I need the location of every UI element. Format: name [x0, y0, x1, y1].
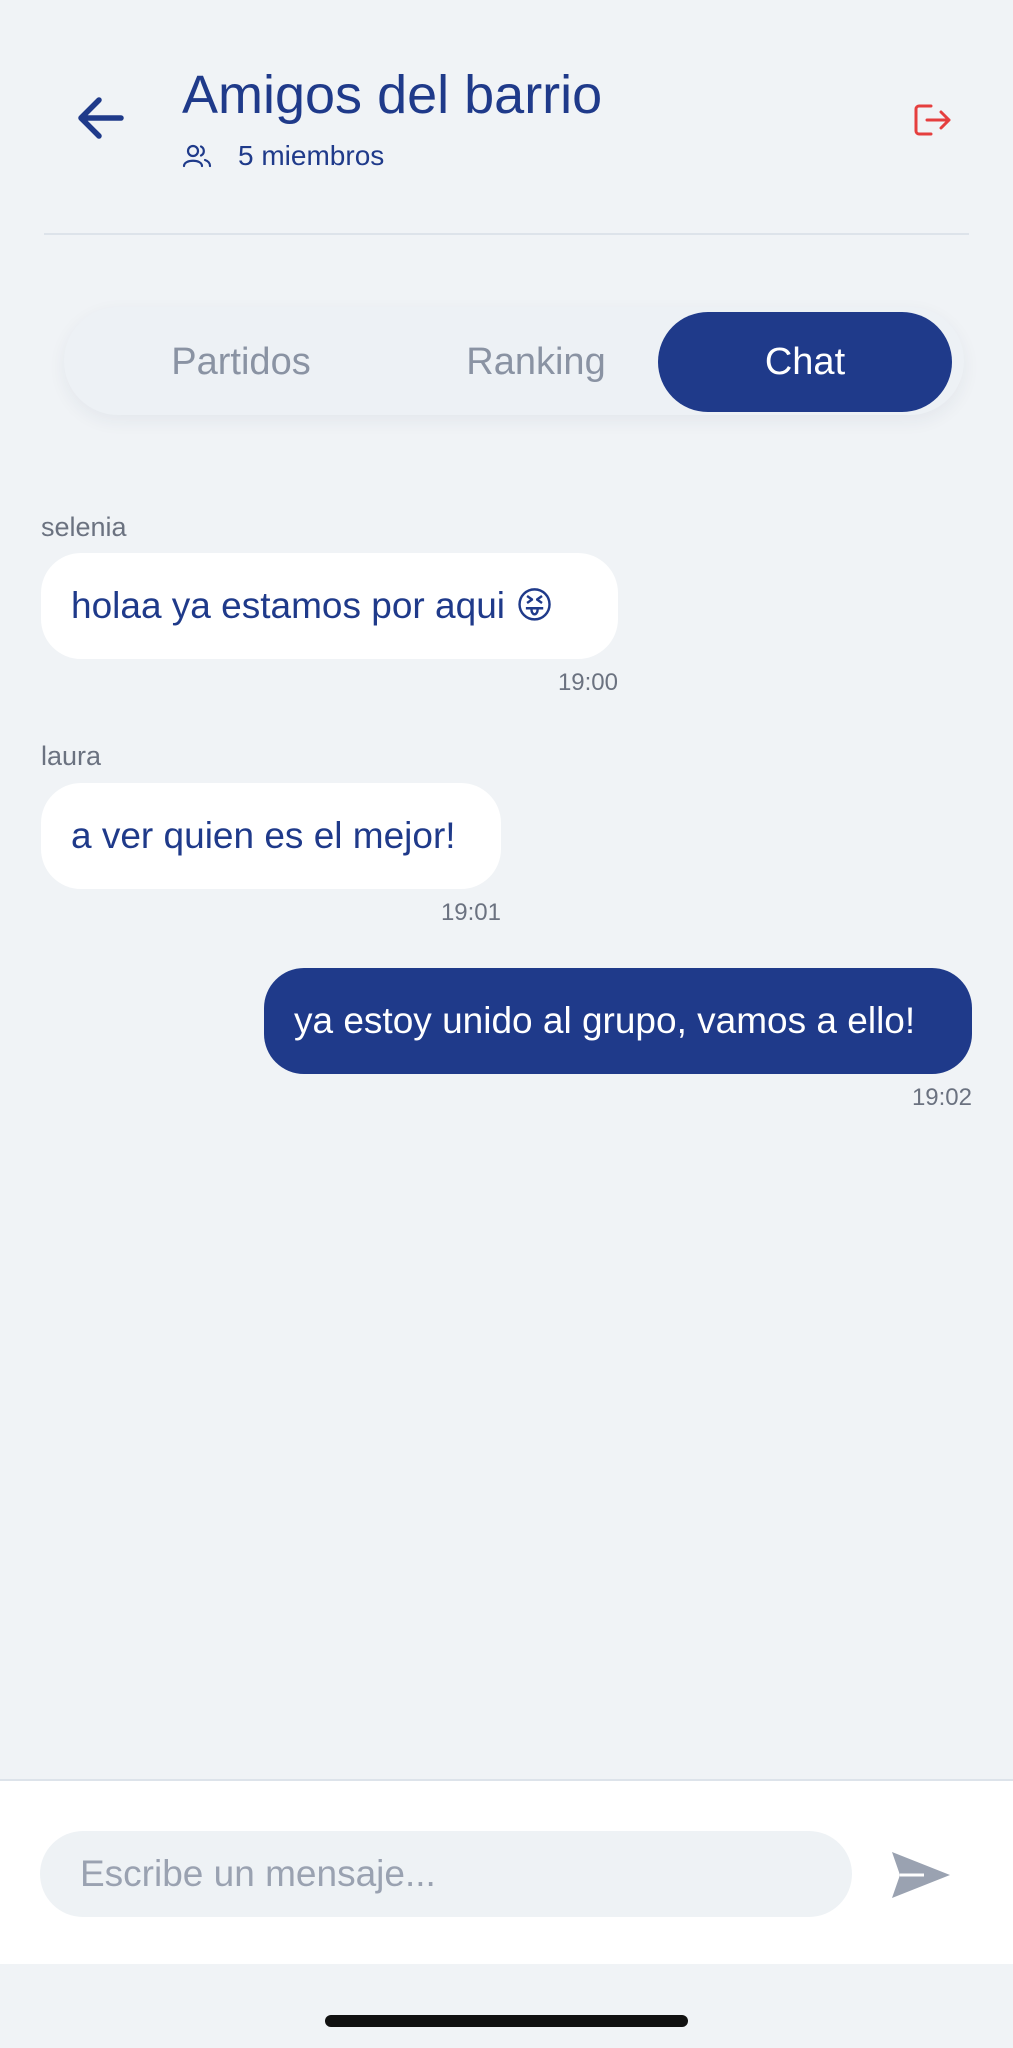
- send-icon: [892, 1852, 950, 1898]
- message-input[interactable]: [40, 1831, 852, 1917]
- arrow-left-icon: [78, 97, 124, 139]
- users-icon: [182, 144, 212, 168]
- message-time: 19:00: [557, 669, 618, 696]
- back-button[interactable]: [62, 80, 138, 156]
- home-indicator: [325, 2015, 688, 2027]
- message-time: 19:02: [911, 1084, 972, 1111]
- header-divider: [44, 233, 969, 235]
- message-bubble: a ver quien es el mejor!: [41, 783, 501, 889]
- message-composer: [0, 1779, 1013, 1964]
- members-label: 5 miembros: [238, 140, 385, 171]
- members-count: 5 miembros: [182, 136, 384, 176]
- tab-bar: Partidos Ranking Chat: [64, 307, 964, 415]
- message-bubble-own: ya estoy unido al grupo, vamos a ello!: [264, 968, 972, 1074]
- tab-chat[interactable]: Chat: [658, 312, 952, 412]
- message-sender: laura: [41, 741, 102, 771]
- message-bubble: holaa ya estamos por aqui 😝: [41, 553, 618, 659]
- group-title: Amigos del barrio: [182, 65, 603, 125]
- leave-group-button[interactable]: [905, 92, 961, 148]
- message-time: 19:01: [440, 899, 501, 926]
- tab-ranking[interactable]: Ranking: [389, 312, 683, 412]
- send-button[interactable]: [888, 1845, 954, 1905]
- tab-partidos[interactable]: Partidos: [94, 312, 388, 412]
- message-sender: selenia: [41, 512, 127, 542]
- logout-icon: [914, 104, 951, 136]
